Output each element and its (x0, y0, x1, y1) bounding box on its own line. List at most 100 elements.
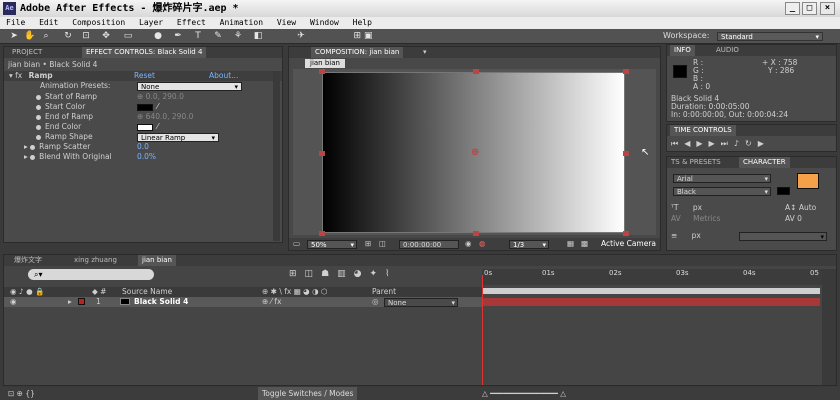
eyedropper-icon[interactable]: ⁄ (157, 102, 158, 111)
region-icon[interactable]: ▦ (567, 238, 574, 250)
timeline-scrollbar[interactable] (822, 269, 836, 385)
pan-behind-tool-icon[interactable]: ✥ (100, 31, 112, 42)
tab-character[interactable]: CHARACTER (739, 157, 790, 168)
start-of-ramp-value[interactable]: ⊕ 0.0, 290.0 (137, 92, 184, 102)
stopwatch-icon[interactable] (36, 94, 41, 100)
source-name-header[interactable]: Source Name (122, 287, 172, 297)
eraser-tool-icon[interactable]: ◧ (252, 31, 264, 42)
next-frame-icon[interactable]: ▶ (709, 139, 721, 148)
search-input[interactable]: ⌕▾ (28, 269, 154, 280)
snapshot-icon[interactable]: ◉ (465, 238, 472, 250)
stopwatch-icon[interactable] (30, 144, 36, 150)
hand-tool-icon[interactable]: ✋ (24, 31, 36, 42)
camera-tool-icon[interactable]: ⊡ (80, 31, 92, 42)
time-ruler[interactable]: 0s 01s 02s 03s 04s 05 (482, 269, 822, 285)
end-color-swatch[interactable] (137, 124, 153, 131)
toggle-switches-modes[interactable]: Toggle Switches / Modes (258, 387, 358, 400)
brush-tool-icon[interactable]: ✎ (212, 31, 224, 42)
bounding-handle[interactable] (319, 151, 325, 156)
ramp-scatter-value[interactable]: 0.0 (137, 142, 149, 152)
bounding-handle[interactable] (623, 69, 629, 74)
kerning-value[interactable]: Metrics (693, 214, 720, 223)
status-icons[interactable]: ⊡ ⊕ {} (8, 387, 35, 400)
tab-timeline-3[interactable]: jian bian (138, 255, 176, 266)
loop-icon[interactable]: ↻ (745, 139, 758, 148)
axis-mode-icon[interactable]: ⊞ ▣ (350, 31, 376, 42)
menu-view[interactable]: View (277, 18, 296, 27)
mask-icon[interactable]: ◫ (379, 238, 386, 250)
ramp-shape-select[interactable]: Linear Ramp ▾ (137, 133, 219, 142)
grid-icon[interactable]: ⊞ (365, 238, 371, 250)
stopwatch-icon[interactable] (36, 104, 41, 110)
work-area-bar[interactable] (482, 288, 820, 294)
menu-file[interactable]: File (6, 18, 25, 27)
stopwatch-icon[interactable] (30, 154, 36, 160)
workspace-select[interactable]: Standard ▾ (717, 32, 823, 41)
play-icon[interactable]: ▶ (696, 139, 708, 148)
bounding-handle[interactable] (623, 231, 629, 236)
fill-color-swatch[interactable] (797, 173, 819, 189)
tab-effect-controls[interactable]: EFFECT CONTROLS: Black Solid 4 (82, 47, 207, 58)
stroke-type-select[interactable]: ▾ (739, 232, 827, 241)
view-select[interactable]: Active Camera (601, 238, 656, 250)
menu-composition[interactable]: Composition (72, 18, 125, 27)
ram-preview-icon[interactable]: ▶ (758, 139, 770, 148)
first-frame-icon[interactable]: ⏮ (671, 139, 684, 148)
start-color-swatch[interactable] (137, 104, 153, 111)
chevron-down-icon[interactable]: ▾ (423, 47, 427, 58)
font-style-select[interactable]: Black ▾ (673, 187, 771, 196)
type-tool-icon[interactable]: T (192, 31, 204, 42)
visibility-icon[interactable]: ◉ (10, 297, 17, 307)
clone-tool-icon[interactable]: ⚘ (232, 31, 244, 42)
layer-row[interactable]: ◉ ▸ 1 Black Solid 4 ⊕ ⁄ fx ◎ None ▾ (4, 297, 482, 307)
presets-select[interactable]: None ▾ (137, 82, 242, 91)
blend-value[interactable]: 0.0% (137, 152, 156, 162)
zoom-tool-icon[interactable]: ⌕ (40, 31, 52, 42)
tab-audio[interactable]: AUDIO (712, 45, 743, 56)
menu-edit[interactable]: Edit (39, 18, 58, 27)
tab-project[interactable]: PROJECT (8, 47, 46, 58)
stroke-color-swatch[interactable] (777, 187, 790, 195)
font-size-unit[interactable]: px (693, 203, 702, 212)
label-color-swatch[interactable] (78, 298, 85, 305)
zoom-select[interactable]: 50% ▾ (307, 240, 357, 249)
pickwhip-icon[interactable]: ◎ (372, 297, 379, 307)
audio-icon[interactable]: ♪ (734, 139, 745, 148)
tab-effects-presets[interactable]: TS & PRESETS (667, 157, 725, 168)
stopwatch-icon[interactable] (36, 114, 41, 120)
menu-effect[interactable]: Effect (177, 18, 206, 27)
tab-info[interactable]: INFO (670, 45, 695, 56)
font-family-select[interactable]: Arial ▾ (673, 174, 771, 183)
reset-link[interactable]: Reset (134, 71, 155, 81)
channel-icon[interactable]: ◍ (479, 238, 486, 250)
end-of-ramp-value[interactable]: ⊕ 640.0, 290.0 (137, 112, 193, 122)
menu-animation[interactable]: Animation (220, 18, 263, 27)
anchor-point-icon[interactable]: ⊕ (471, 147, 479, 158)
layer-name[interactable]: Black Solid 4 (134, 297, 188, 307)
parent-select[interactable]: None ▾ (384, 298, 458, 307)
bounding-handle[interactable] (473, 69, 479, 74)
ellipse-tool-icon[interactable]: ● (152, 31, 164, 42)
menu-window[interactable]: Window (310, 18, 339, 27)
rotate-tool-icon[interactable]: ↻ (62, 31, 74, 42)
bounding-handle[interactable] (319, 231, 325, 236)
eyedropper-icon[interactable]: ⁄ (157, 122, 158, 131)
comp-viewer[interactable]: ⊕ ↖ (293, 69, 656, 236)
last-frame-icon[interactable]: ⏭ (721, 139, 734, 148)
frame-blend-icon[interactable]: ▥ (337, 269, 354, 279)
bounding-handle[interactable] (473, 231, 479, 236)
stroke-unit[interactable]: px (692, 231, 701, 240)
resolution-select[interactable]: 1/3 ▾ (509, 240, 549, 249)
maximize-button[interactable]: □ (802, 2, 817, 15)
current-time-indicator[interactable] (482, 275, 483, 385)
tracking-value[interactable]: 0 (797, 214, 802, 223)
tab-timeline-2[interactable]: xing zhuang (70, 255, 121, 266)
stopwatch-icon[interactable] (36, 134, 41, 140)
bounding-handle[interactable] (319, 69, 325, 74)
bounding-handle[interactable] (623, 151, 629, 156)
layer-switches-icon[interactable]: ⊕ ⁄ fx (262, 297, 281, 307)
tab-time-controls[interactable]: TIME CONTROLS (670, 125, 736, 136)
pen-tool-icon[interactable]: ✒ (172, 31, 184, 42)
selection-tool-icon[interactable]: ➤ (8, 31, 20, 42)
puppet-tool-icon[interactable]: ✈ (295, 31, 307, 42)
